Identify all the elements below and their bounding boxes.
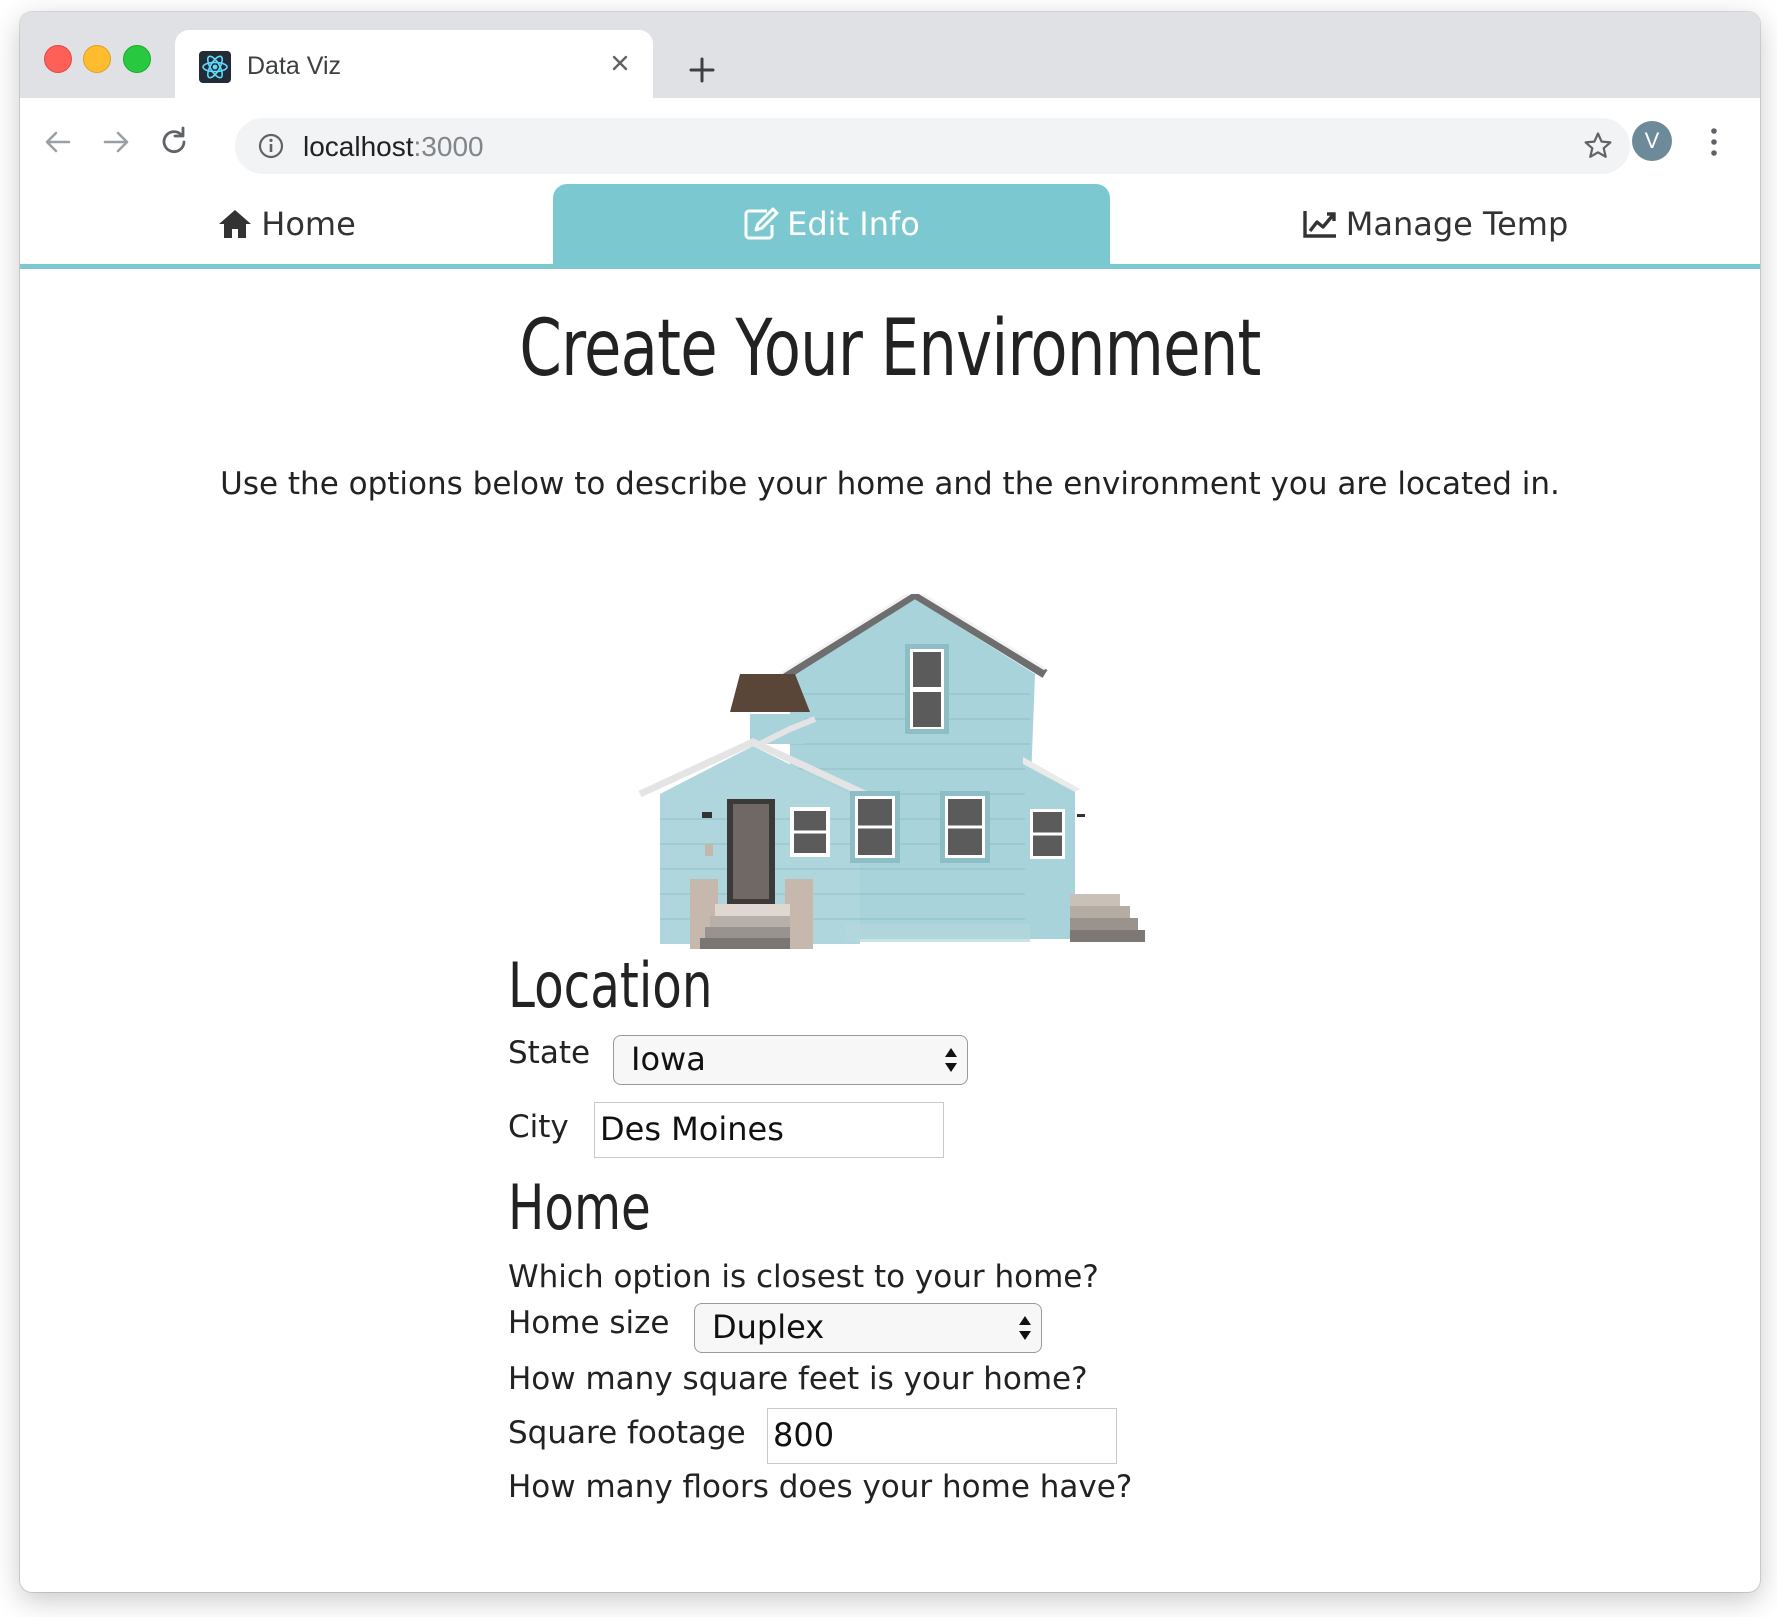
page-intro: Use the options below to describe your h… <box>220 466 1560 502</box>
plus-icon[interactable] <box>684 52 720 88</box>
state-label: State <box>508 1035 591 1071</box>
address-toolbar: localhost:3000 V <box>20 98 1760 185</box>
home-size-select-value: Duplex <box>712 1308 825 1346</box>
select-arrows-icon <box>945 1048 957 1072</box>
tab-manage-temp-label: Manage Temp <box>1345 205 1569 243</box>
address-bar[interactable]: localhost:3000 <box>235 118 1630 174</box>
home-heading: Home <box>508 1171 651 1244</box>
tab-edit-info[interactable]: Edit Info <box>553 184 1110 264</box>
home-size-select[interactable]: Duplex <box>694 1303 1042 1353</box>
tab-edit-info-label: Edit Info <box>787 205 920 243</box>
title-bar: Data Viz <box>20 12 1760 98</box>
info-icon[interactable] <box>257 132 285 160</box>
location-heading: Location <box>508 949 713 1022</box>
state-select[interactable]: Iowa <box>613 1035 968 1085</box>
react-icon <box>199 51 231 83</box>
square-footage-label: Square footage <box>508 1415 746 1451</box>
close-icon[interactable] <box>605 48 635 78</box>
select-arrows-icon <box>1019 1316 1031 1340</box>
tab-title: Data Viz <box>247 52 342 80</box>
line-chart-icon <box>1303 211 1336 238</box>
house-illustration <box>638 594 1145 949</box>
close-window-button[interactable] <box>44 45 72 73</box>
forward-icon[interactable] <box>98 124 134 160</box>
home-size-label: Home size <box>508 1305 670 1341</box>
edit-icon <box>744 207 779 240</box>
tab-home-label: Home <box>261 205 356 243</box>
floors-question: How many floors does your home have? <box>508 1469 1133 1505</box>
kebab-menu-icon[interactable] <box>1706 122 1722 162</box>
page-title: Create Your Environment <box>519 304 1261 394</box>
square-footage-input[interactable]: 800 <box>767 1408 1117 1464</box>
maximize-window-button[interactable] <box>123 45 151 73</box>
state-select-value: Iowa <box>631 1040 706 1078</box>
url-text: localhost:3000 <box>303 131 484 162</box>
browser-tab[interactable]: Data Viz <box>175 30 653 98</box>
browser-window: Data Viz localhost:3000 V Home Edit Info… <box>20 12 1760 1592</box>
back-icon[interactable] <box>40 124 76 160</box>
app-navbar: Home Edit Info Manage Temp <box>20 184 1760 269</box>
city-label: City <box>508 1109 569 1145</box>
city-input[interactable]: Des Moines <box>594 1102 944 1158</box>
avatar[interactable]: V <box>1632 121 1672 161</box>
tab-manage-temp[interactable]: Manage Temp <box>1110 184 1760 264</box>
square-footage-question: How many square feet is your home? <box>508 1361 1088 1397</box>
tab-home[interactable]: Home <box>20 184 553 264</box>
minimize-window-button[interactable] <box>83 45 111 73</box>
star-icon[interactable] <box>1582 130 1614 162</box>
home-size-question: Which option is closest to your home? <box>508 1259 1099 1295</box>
reload-icon[interactable] <box>156 124 192 160</box>
page-content: Create Your Environment Use the options … <box>20 269 1760 1592</box>
home-icon <box>219 210 252 238</box>
